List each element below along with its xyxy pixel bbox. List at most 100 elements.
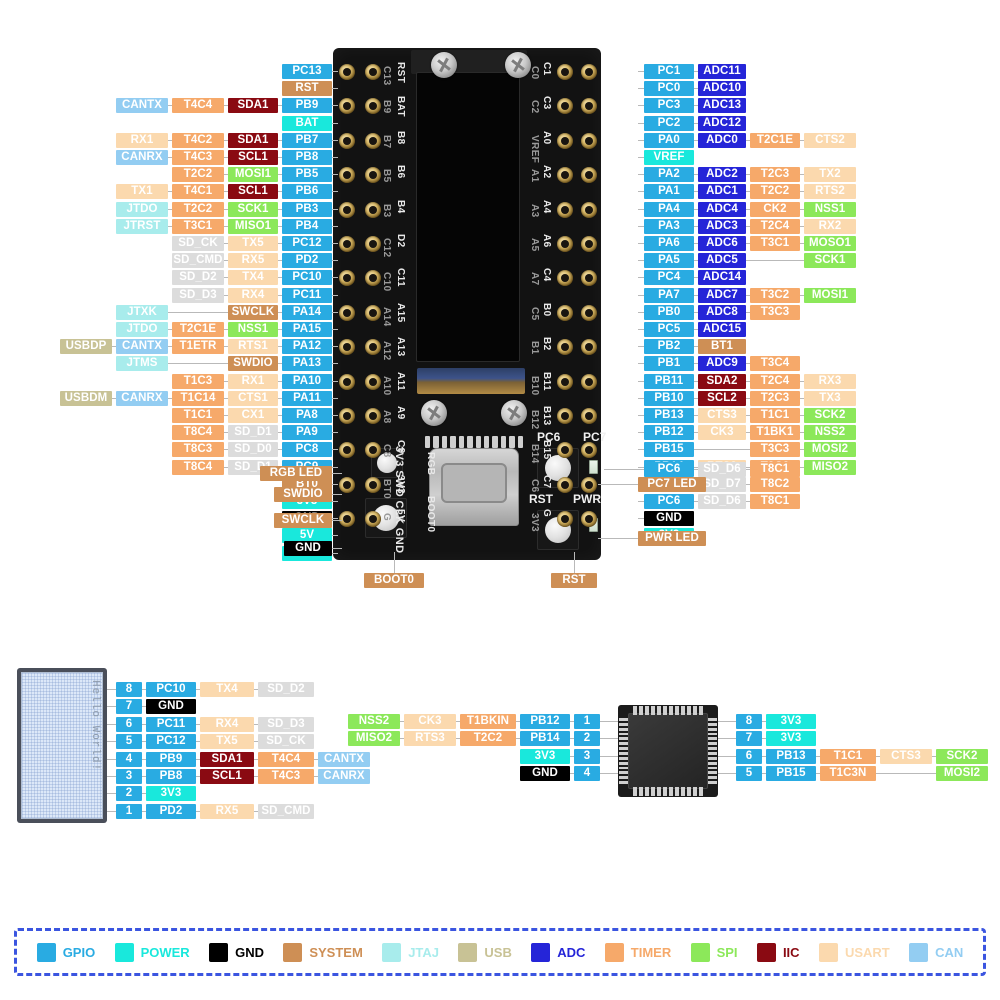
alt-label-swdio: SWDIO [228, 356, 278, 372]
alt-label-adc11: ADC11 [698, 64, 746, 79]
connector-line [570, 773, 574, 775]
legend-swatch-gpio [36, 942, 56, 962]
legend-item-gpio: GPIO [36, 942, 95, 962]
alt-label-tx5: TX5 [228, 236, 278, 251]
alt-label-cts2: CTS2 [804, 132, 856, 148]
mcu-alt-label-cts3: CTS3 [880, 748, 932, 764]
connector-line [196, 689, 200, 690]
connector-line [196, 741, 200, 743]
screw-bottom-right [501, 400, 527, 426]
connector-line [196, 810, 200, 812]
lcd-alt-label-sd-cmd: SD_CMD [258, 803, 314, 819]
alt-label-scl1: SCL1 [228, 150, 278, 165]
connector-line [278, 157, 282, 158]
connector-line [332, 105, 338, 107]
connector-line [142, 758, 146, 760]
connector-line [332, 466, 338, 468]
alt-label-adc13: ADC13 [698, 98, 746, 114]
alt-label-jtdo: JTDO [116, 201, 168, 217]
legend-label-adc: ADC [557, 944, 586, 960]
connector-line [746, 225, 750, 227]
connector-line [224, 397, 228, 399]
lcd-pin-number: 1 [116, 803, 142, 819]
connector-line [224, 260, 228, 262]
silk-left-outer-9: A11 [395, 371, 406, 391]
mcu-alt-label-t1bkin: T1BKIN [460, 714, 516, 729]
alt-label-t8c2: T8C2 [750, 476, 800, 492]
pad-left-outer-3 [339, 167, 355, 184]
silk-left-outer-10: A9 [395, 406, 406, 420]
connector-line [224, 174, 228, 176]
connector-line [800, 294, 804, 296]
lcd-alt-label-canrx: CANRX [318, 769, 370, 784]
silk-left-inner-9: A10 [381, 375, 392, 396]
lcd-alt-label-sda1: SDA1 [200, 751, 254, 767]
mcu-pin-label-pb13: PB13 [766, 748, 816, 764]
mcu-alt-label-t2c2: T2C2 [460, 731, 516, 747]
alt-label-jtdo: JTDO [116, 322, 168, 337]
pin-label-pb12-right: PB12 [644, 425, 694, 441]
pc7-led-component [589, 460, 598, 474]
silk-left-inner-7: A14 [381, 306, 392, 327]
connector-line [278, 449, 282, 451]
lcd-pin-label-gnd: GND [146, 699, 196, 715]
lcd-pin-label-3v3: 3V3 [146, 786, 196, 802]
connector-line [168, 105, 172, 107]
callout-rst: RST [551, 573, 597, 588]
connector-line [694, 363, 698, 365]
connector-line [694, 415, 698, 416]
connector-line [932, 755, 936, 757]
mcu-pin-number: 2 [574, 731, 600, 747]
pad-left-outer-9 [339, 373, 355, 390]
pad-right-inner-8 [557, 339, 573, 356]
connector-line [694, 380, 698, 382]
legend-item-gnd: GND [209, 942, 264, 962]
connector-line [332, 191, 338, 193]
pad-right-outer-2 [581, 132, 597, 149]
pad-right-inner-6 [557, 270, 573, 287]
connector-line [106, 706, 116, 708]
lcd-pin-number: 7 [116, 699, 142, 715]
connector-line [638, 380, 644, 382]
connector-line [112, 397, 116, 399]
alt-label-t1c14: T1C14 [172, 390, 224, 406]
alt-label-t3c1: T3C1 [750, 236, 800, 251]
alt-label-t3c3: T3C3 [750, 304, 800, 320]
pin-label-pa5-right: PA5 [644, 253, 694, 269]
connector-line [332, 139, 338, 141]
alt-label-t8c1: T8C1 [750, 462, 800, 477]
mcu-pins-right [708, 717, 717, 785]
pin-label-rst-left: RST [282, 81, 332, 97]
connector-line [196, 723, 200, 725]
connector-line [278, 294, 282, 296]
connector-line [800, 397, 804, 399]
pad-left-outer-1 [339, 98, 355, 115]
silk-right-outer-11: B15 [541, 440, 552, 460]
connector-line [278, 174, 282, 176]
connector-line [254, 810, 258, 812]
silk-right-inner-8: B1 [529, 341, 540, 355]
connector-line [800, 243, 804, 244]
pad-right-outer-12 [581, 476, 597, 493]
connector-line [224, 191, 228, 193]
alt-label-sck1: SCK1 [804, 253, 856, 269]
pad-right-inner-12 [557, 476, 573, 493]
pin-label-pb13-right: PB13 [644, 408, 694, 423]
connector-line [332, 473, 342, 474]
alt-label-t1etr: T1ETR [172, 339, 224, 355]
legend-item-usart: USART [818, 942, 890, 962]
pad-right-inner-0 [557, 64, 573, 80]
connector-line [638, 294, 644, 296]
alt-label-t4c2: T4C2 [172, 132, 224, 148]
connector-line [638, 157, 644, 158]
silk-left-inner-6: C10 [381, 272, 392, 292]
connector-line [332, 174, 338, 176]
alt-label-rx2: RX2 [804, 218, 856, 234]
silk-right-inner-4: A3 [529, 203, 540, 218]
connector-line [332, 548, 342, 549]
legend-swatch-gnd [209, 942, 229, 962]
connector-line [254, 723, 258, 725]
screw-bottom-left [421, 400, 447, 426]
connector-line [746, 260, 800, 262]
mcu-pin-label-pb15: PB15 [766, 766, 816, 782]
